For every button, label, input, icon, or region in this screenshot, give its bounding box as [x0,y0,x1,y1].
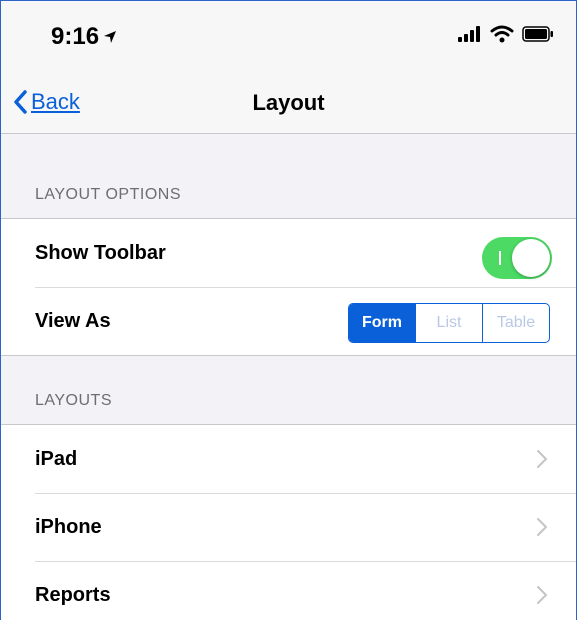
app-window: 9:16 Back Layout LAYOUT OPTIONS Show Too… [0,0,577,620]
layout-item-iphone[interactable]: iPhone [1,493,576,561]
cellular-signal-icon [458,26,480,42]
layouts-group: iPad iPhone Reports [1,424,576,620]
status-time: 9:16 [51,23,117,51]
view-as-label: View As [35,309,111,332]
list-item-label: Reports [35,583,111,606]
layout-options-group: Show Toolbar View As Form List Table [1,218,576,356]
list-item-label: iPhone [35,515,102,538]
layout-item-ipad[interactable]: iPad [1,425,576,493]
show-toolbar-toggle[interactable] [482,237,552,279]
toggle-knob [512,239,550,277]
view-as-segmented-control: Form List Table [348,303,550,343]
section-header-layouts: LAYOUTS [35,392,112,409]
battery-icon [522,26,553,42]
status-bar: 9:16 [1,1,576,71]
chevron-right-icon [537,518,547,536]
time-label: 9:16 [51,23,100,50]
view-as-row: View As Form List Table [1,287,576,355]
section-header-layout-options: LAYOUT OPTIONS [35,186,181,203]
layout-item-reports[interactable]: Reports [1,561,576,620]
show-toolbar-row: Show Toolbar [1,219,576,287]
segment-form[interactable]: Form [349,304,415,342]
status-icons [458,25,554,43]
list-item-label: iPad [35,447,78,470]
location-arrow-icon [104,31,117,43]
chevron-right-icon [537,586,547,604]
chevron-right-icon [537,450,547,468]
show-toolbar-label: Show Toolbar [35,241,166,264]
toggle-on-indicator [499,251,501,265]
segment-table[interactable]: Table [482,304,549,342]
navigation-bar: Back Layout [1,71,576,134]
segment-list[interactable]: List [415,304,482,342]
page-title: Layout [252,90,325,115]
wifi-icon [490,25,514,43]
top-chrome: 9:16 Back Layout [1,1,576,134]
